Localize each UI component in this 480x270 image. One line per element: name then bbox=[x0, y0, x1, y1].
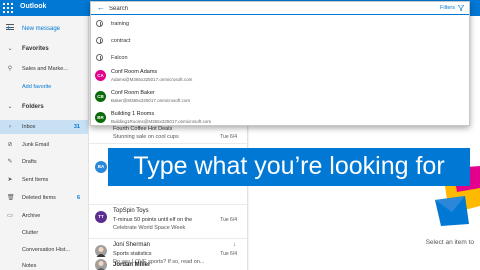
history-icon bbox=[96, 20, 103, 27]
divider bbox=[89, 204, 247, 205]
plus-icon: + bbox=[6, 23, 12, 33]
folder-inbox[interactable]: › Inbox 31 bbox=[0, 120, 88, 134]
folders-header[interactable]: ⌄ Folders bbox=[0, 100, 88, 114]
empty-reading-pane-text: Select an item to bbox=[425, 239, 474, 246]
folder-archive[interactable]: ▭ Archive bbox=[0, 209, 88, 223]
divider bbox=[89, 238, 247, 239]
folder-conversation-history[interactable]: Conversation Hist... bbox=[0, 243, 88, 257]
person-photo-icon bbox=[97, 261, 105, 270]
folder-clutter[interactable]: Clutter bbox=[0, 226, 88, 240]
people-suggestion[interactable]: CA Conf Room Adams Adams@M365x325017.onm… bbox=[91, 68, 469, 85]
add-favorite-link[interactable]: Add favorite bbox=[0, 80, 88, 94]
folder-notes[interactable]: Notes bbox=[0, 259, 88, 270]
favorite-item-sales[interactable]: ⚲ Sales and Marke... bbox=[0, 62, 88, 76]
recent-search-item[interactable]: contract bbox=[91, 33, 469, 49]
chevron-down-icon: ⌄ bbox=[7, 104, 13, 110]
app-title: Outlook bbox=[20, 3, 47, 10]
recent-search-item[interactable]: Falcon bbox=[91, 50, 469, 66]
avatar bbox=[95, 259, 107, 270]
new-message-button[interactable]: + New message bbox=[0, 18, 88, 33]
app-launcher-icon[interactable] bbox=[3, 3, 13, 13]
trash-icon: 🗑 bbox=[7, 195, 15, 201]
chevron-right-icon: › bbox=[9, 124, 11, 130]
favorites-header[interactable]: ⌄ Favorites bbox=[0, 42, 88, 56]
people-suggestion[interactable]: BR Building 1 Rooms Building1Rooms@M365x… bbox=[91, 110, 469, 127]
history-icon bbox=[96, 37, 103, 44]
people-suggestion[interactable]: CB Conf Room Baker Baker@M365x325017.onm… bbox=[91, 89, 469, 106]
avatar: CA bbox=[95, 70, 106, 81]
filters-button[interactable]: Filters bbox=[440, 5, 455, 11]
pencil-icon: ✎ bbox=[7, 159, 13, 165]
left-nav: + New message ⌄ Favorites ⚲ Sales and Ma… bbox=[0, 16, 88, 270]
search-input[interactable] bbox=[109, 5, 409, 13]
send-icon: ➤ bbox=[7, 177, 13, 183]
junk-icon: ⊘ bbox=[7, 142, 13, 148]
folder-drafts[interactable]: ✎ Drafts bbox=[0, 155, 88, 169]
divider bbox=[89, 143, 247, 144]
folder-deleted-items[interactable]: 🗑 Deleted Items 6 bbox=[0, 191, 88, 205]
unread-count: 6 bbox=[76, 195, 80, 201]
avatar: TT bbox=[95, 211, 107, 223]
recent-search-item[interactable]: training bbox=[91, 16, 469, 32]
avatar: BA bbox=[95, 161, 107, 173]
download-icon[interactable]: ↓ bbox=[233, 242, 236, 248]
search-bar: ← Filters bbox=[91, 2, 469, 15]
filter-icon[interactable] bbox=[458, 5, 464, 11]
group-icon: ⚲ bbox=[7, 66, 13, 72]
unread-count: 31 bbox=[73, 124, 80, 130]
list-item[interactable]: TT TopSpin Toys T-minus 50 points until … bbox=[89, 206, 247, 238]
folder-junk-email[interactable]: ⊘ Junk Email bbox=[0, 138, 88, 152]
new-message-label: New message bbox=[22, 26, 61, 32]
chevron-down-icon: ⌄ bbox=[7, 46, 13, 52]
back-arrow-icon[interactable]: ← bbox=[97, 4, 105, 12]
avatar: CB bbox=[95, 91, 106, 102]
search-dropdown: ← Filters training contract Falcon CA Co… bbox=[90, 1, 470, 126]
history-icon bbox=[96, 54, 103, 61]
caption-banner: Type what you’re looking for bbox=[108, 148, 470, 186]
archive-icon: ▭ bbox=[7, 213, 13, 219]
caption-text: Type what you’re looking for bbox=[133, 152, 445, 180]
list-item[interactable]: Jordan Miller bbox=[89, 256, 247, 270]
avatar: BR bbox=[95, 112, 106, 123]
folder-sent-items[interactable]: ➤ Sent Items bbox=[0, 173, 88, 187]
